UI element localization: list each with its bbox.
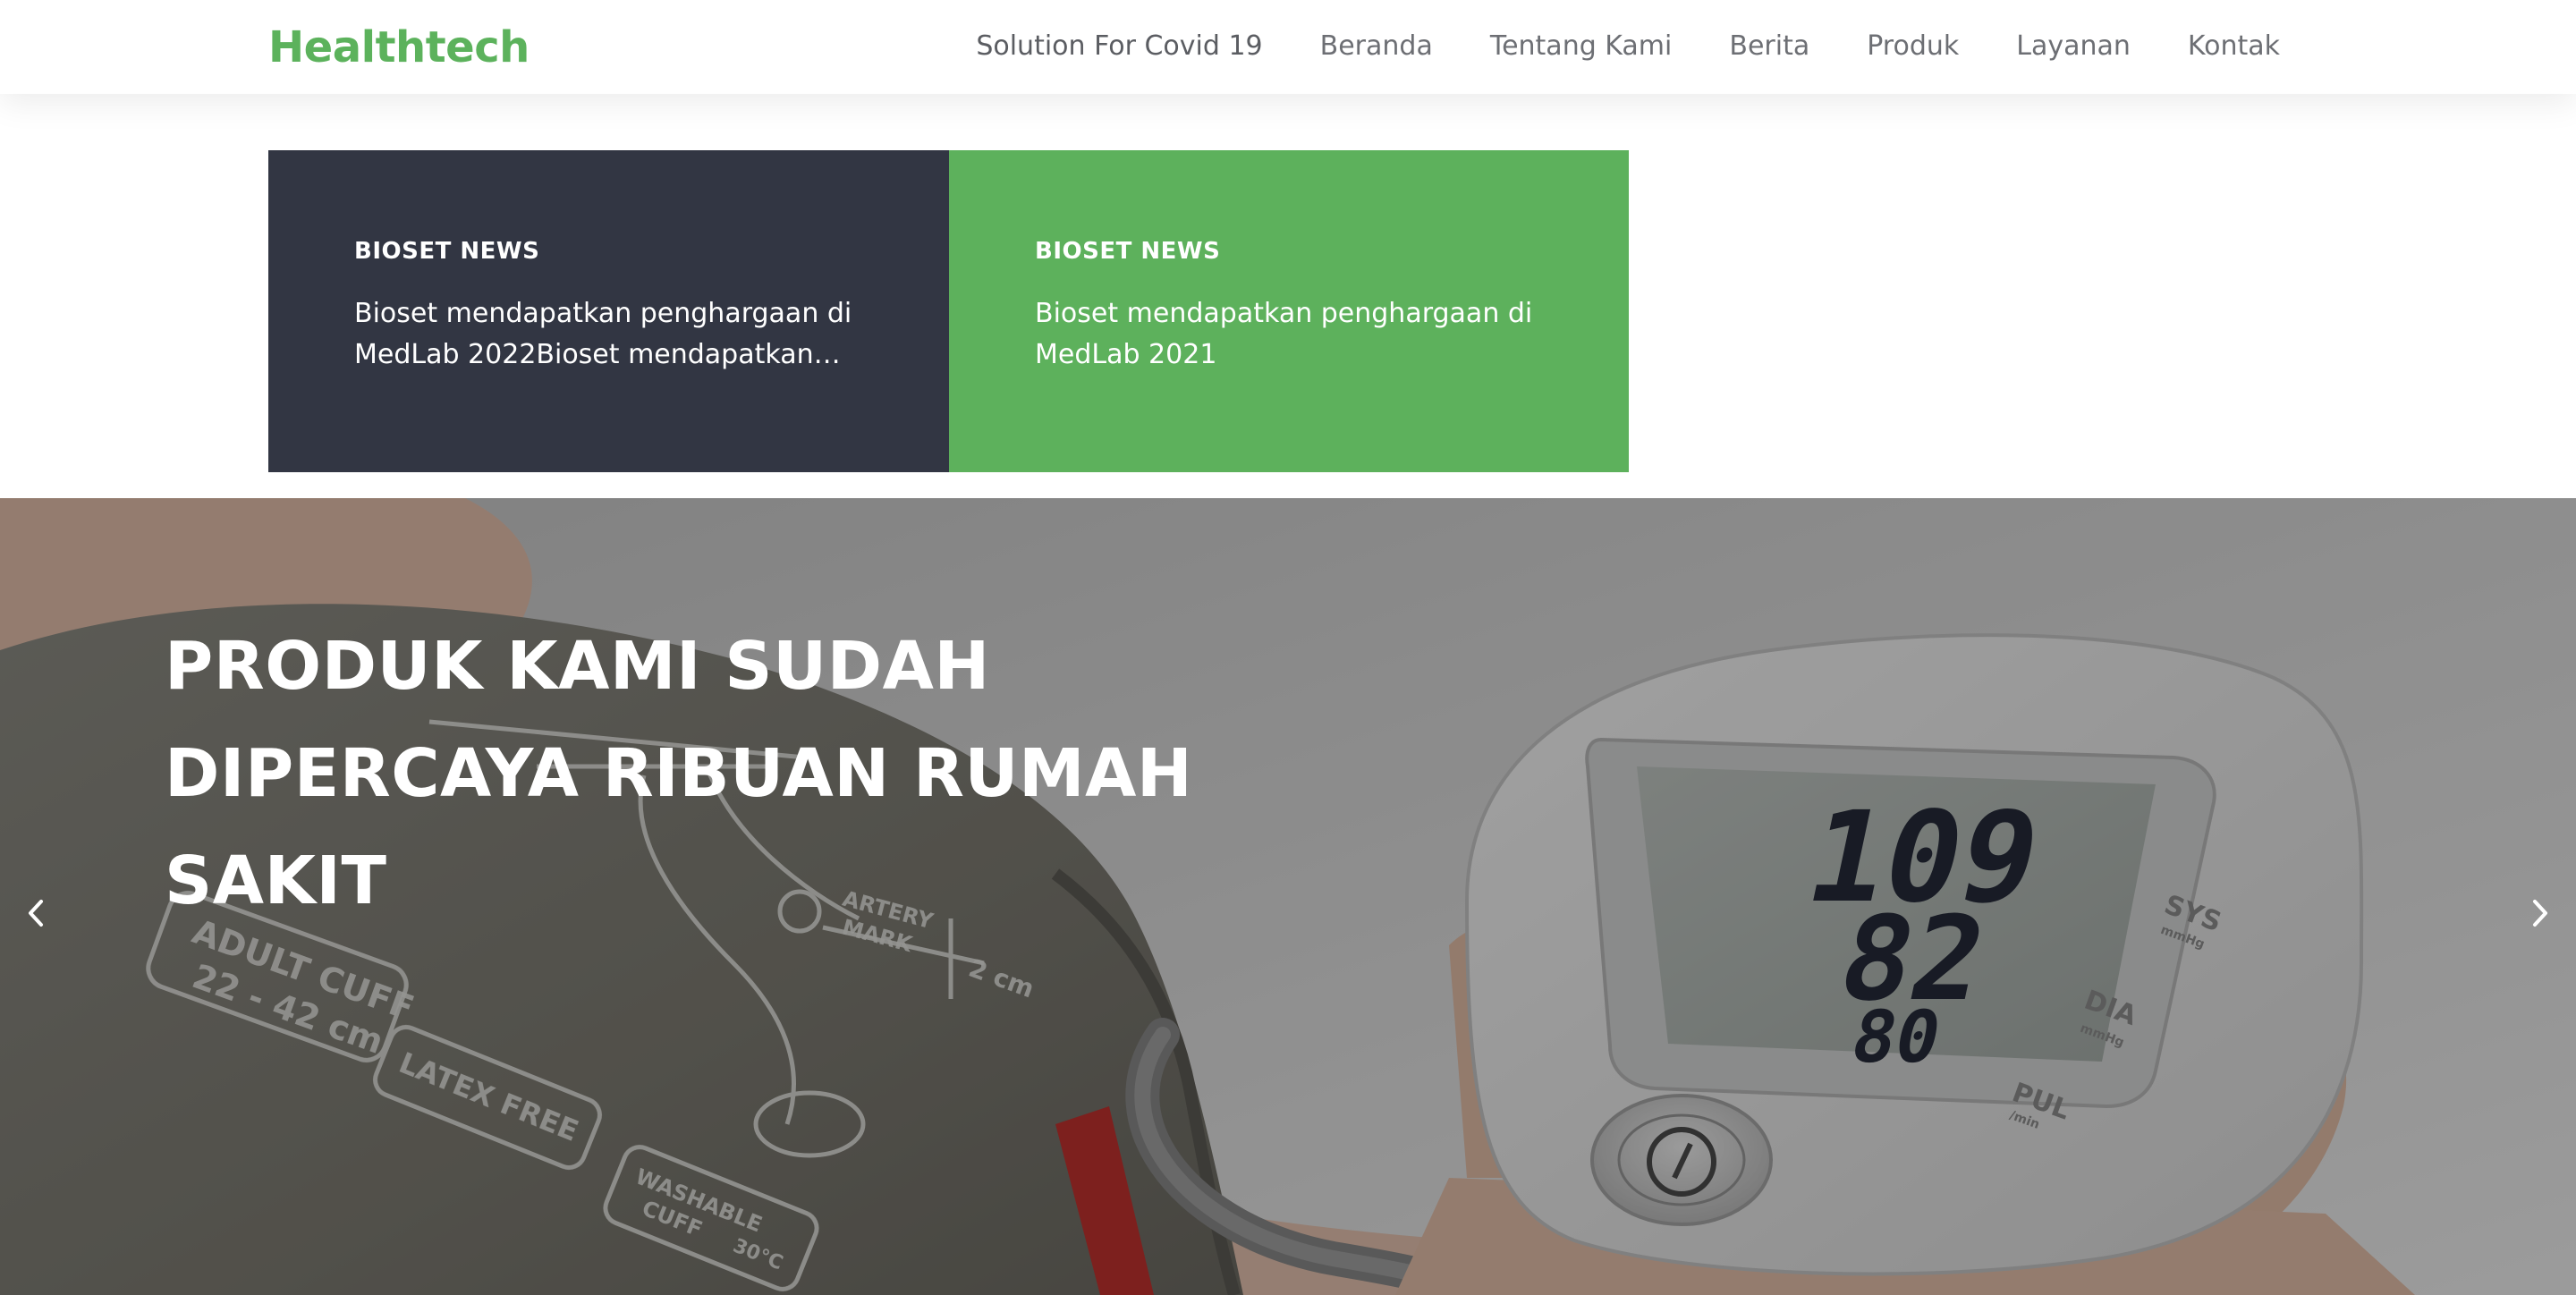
nav-item-produk[interactable]: Produk <box>1867 30 1959 62</box>
news-card-tag: BIOSET NEWS <box>354 238 540 265</box>
site-header: Healthtech Solution For Covid 19 Beranda… <box>0 0 2576 94</box>
news-card-2[interactable]: BIOSET NEWS Bioset mendapatkan pengharga… <box>949 150 1629 472</box>
brand-logo[interactable]: Healthtech <box>268 20 530 75</box>
news-cards: BIOSET NEWS Bioset mendapatkan pengharga… <box>268 150 1629 472</box>
hero-carousel: ADULT CUFF 22 - 42 cm LATEX FREE WASHABL… <box>0 498 2576 1295</box>
nav-item-beranda[interactable]: Beranda <box>1320 30 1433 62</box>
hero-heading: PRODUK KAMI SUDAH DIPERCAYA RIBUAN RUMAH… <box>165 628 1193 919</box>
news-card-tag: BIOSET NEWS <box>1035 238 1221 265</box>
nav-item-solution-covid[interactable]: Solution For Covid 19 <box>976 30 1262 62</box>
nav-item-layanan[interactable]: Layanan <box>2016 30 2131 62</box>
chevron-right-icon <box>2533 900 2547 927</box>
nav-item-kontak[interactable]: Kontak <box>2188 30 2280 62</box>
news-card-1[interactable]: BIOSET NEWS Bioset mendapatkan pengharga… <box>268 150 949 472</box>
main-nav: Solution For Covid 19 Beranda Tentang Ka… <box>976 25 2280 66</box>
news-card-title[interactable]: Bioset mendapatkan penghargaan di MedLab… <box>354 293 882 376</box>
carousel-next-button[interactable] <box>2521 893 2560 933</box>
nav-item-berita[interactable]: Berita <box>1729 30 1809 62</box>
chevron-left-icon <box>29 900 43 927</box>
carousel-prev-button[interactable] <box>16 893 55 933</box>
news-card-title[interactable]: Bioset mendapatkan penghargaan di MedLab… <box>1035 293 1563 376</box>
nav-item-tentang-kami[interactable]: Tentang Kami <box>1490 30 1673 62</box>
